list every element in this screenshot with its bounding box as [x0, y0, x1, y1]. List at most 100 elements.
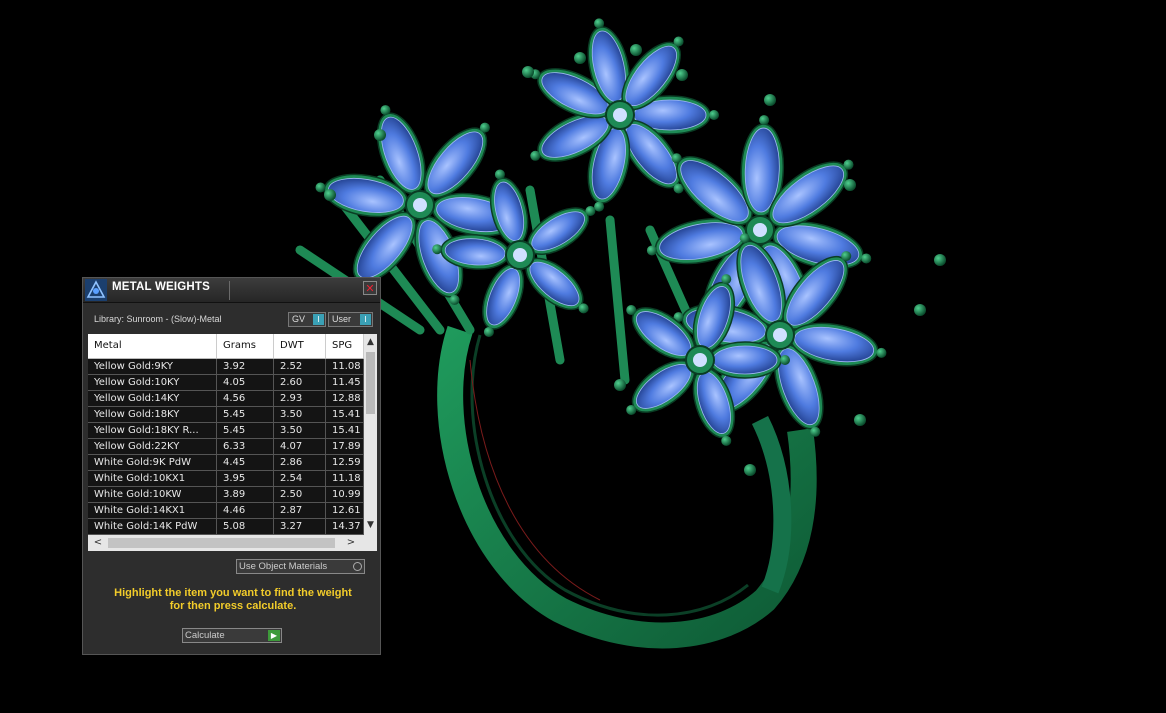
cell-metal: White Gold:14K PdW	[88, 519, 217, 534]
help-text-line2: for then press calculate.	[169, 600, 297, 612]
table-row[interactable]: Yellow Gold:22KY 6.33 4.07 17.89	[88, 439, 364, 455]
prong-bead	[844, 179, 856, 191]
table-row[interactable]: White Gold:10KW 3.89 2.50 10.99	[88, 487, 364, 503]
vertical-scroll-thumb[interactable]	[366, 352, 375, 414]
table-row[interactable]: White Gold:14K PdW 5.08 3.27 14.37	[88, 519, 364, 535]
cell-spg: 12.88	[326, 391, 364, 406]
user-toggle-knob: I	[360, 314, 371, 325]
prong-bead	[626, 305, 637, 316]
app-logo-icon	[85, 279, 107, 301]
prong-bead	[594, 18, 605, 29]
prong-bead	[914, 304, 926, 316]
table-row[interactable]: Yellow Gold:9KY 3.92 2.52 11.08	[88, 359, 364, 375]
table-header: Metal Grams DWT SPG	[88, 334, 364, 359]
library-label: Library: Sunroom - (Slow)-Metal	[94, 314, 222, 324]
prong-bead	[594, 201, 605, 212]
center-diamond	[773, 328, 787, 342]
scroll-right-button[interactable]: >	[344, 536, 358, 550]
prong-bead	[585, 206, 596, 217]
metal-weights-panel: METAL WEIGHTS ✕ Library: Sunroom - (Slow…	[82, 277, 381, 655]
cell-metal: Yellow Gold:14KY	[88, 391, 217, 406]
prong-bead	[861, 253, 872, 264]
cell-spg: 12.61	[326, 503, 364, 518]
table-row[interactable]: Yellow Gold:14KY 4.56 2.93 12.88	[88, 391, 364, 407]
user-toggle[interactable]: User I	[328, 312, 373, 327]
cell-dwt: 2.54	[274, 471, 326, 486]
center-diamond	[753, 223, 767, 237]
cell-metal: White Gold:14KX1	[88, 503, 217, 518]
cell-metal: White Gold:10KW	[88, 487, 217, 502]
prong-bead	[780, 355, 790, 365]
prong-bead	[721, 435, 732, 446]
title-divider	[229, 281, 230, 300]
cell-grams: 3.92	[217, 359, 274, 374]
cell-spg: 11.08	[326, 359, 364, 374]
prong-bead	[574, 52, 586, 64]
prong-bead	[759, 115, 770, 126]
panel-titlebar[interactable]: METAL WEIGHTS ✕	[83, 278, 380, 303]
prong-bead	[721, 274, 732, 285]
vertical-scrollbar[interactable]: ▲ ▼	[364, 334, 377, 535]
cell-spg: 14.37	[326, 519, 364, 534]
cell-grams: 4.56	[217, 391, 274, 406]
prong-bead	[709, 110, 719, 120]
metal-table[interactable]: Metal Grams DWT SPG Yellow Gold:9KY 3.92 2…	[88, 334, 377, 551]
column-header-dwt[interactable]: DWT	[274, 334, 326, 358]
cell-metal: Yellow Gold:18KY R...	[88, 423, 217, 438]
prong-bead	[315, 182, 326, 193]
gv-toggle[interactable]: GV I	[288, 312, 326, 327]
cell-dwt: 4.07	[274, 439, 326, 454]
column-header-spg[interactable]: SPG	[326, 334, 364, 358]
cell-metal: Yellow Gold:22KY	[88, 439, 217, 454]
cell-grams: 5.45	[217, 423, 274, 438]
prong-bead	[934, 254, 946, 266]
cell-dwt: 3.27	[274, 519, 326, 534]
prong-bead	[671, 153, 682, 164]
user-toggle-label: User	[332, 314, 352, 324]
cell-grams: 4.45	[217, 455, 274, 470]
prong-bead	[530, 150, 541, 161]
prong-bead	[324, 189, 336, 201]
help-text-line1: Highlight the item you want to find the …	[114, 587, 352, 599]
prong-bead	[744, 464, 756, 476]
table-row[interactable]: Yellow Gold:10KY 4.05 2.60 11.45	[88, 375, 364, 391]
prong-bead	[374, 129, 386, 141]
prong-bead	[810, 426, 821, 437]
prong-bead	[739, 233, 750, 244]
gv-toggle-label: GV	[292, 314, 306, 324]
table-row[interactable]: White Gold:14KX1 4.46 2.87 12.61	[88, 503, 364, 519]
horizontal-scroll-thumb[interactable]	[108, 538, 335, 548]
cell-metal: White Gold:10KX1	[88, 471, 217, 486]
prong-bead	[673, 36, 684, 47]
play-icon: ▶	[268, 630, 280, 641]
horizontal-scrollbar[interactable]: < >	[88, 535, 377, 551]
column-header-metal[interactable]: Metal	[88, 334, 217, 358]
scroll-up-button[interactable]: ▲	[364, 336, 377, 349]
scroll-down-button[interactable]: ▼	[364, 519, 377, 532]
calculate-button[interactable]: Calculate ▶	[182, 628, 282, 643]
center-diamond	[513, 248, 527, 262]
table-row[interactable]: Yellow Gold:18KY R... 5.45 3.50 15.41	[88, 423, 364, 439]
prong-bead	[630, 44, 642, 56]
gallery-wire	[605, 215, 630, 385]
cell-grams: 6.33	[217, 439, 274, 454]
use-object-materials-toggle[interactable]: Use Object Materials	[236, 559, 365, 574]
gv-toggle-knob: I	[313, 314, 324, 325]
cell-dwt: 2.52	[274, 359, 326, 374]
column-header-grams[interactable]: Grams	[217, 334, 274, 358]
radio-icon	[353, 562, 362, 571]
prong-bead	[676, 69, 688, 81]
panel-title: METAL WEIGHTS	[112, 281, 211, 293]
close-button[interactable]: ✕	[363, 281, 377, 295]
gem-cluster	[295, 18, 946, 476]
calculate-label: Calculate	[185, 630, 225, 641]
table-row[interactable]: White Gold:9K PdW 4.45 2.86 12.59	[88, 455, 364, 471]
cell-grams: 3.89	[217, 487, 274, 502]
use-object-materials-label: Use Object Materials	[239, 561, 328, 572]
prong-bead	[578, 303, 589, 314]
table-row[interactable]: Yellow Gold:18KY 5.45 3.50 15.41	[88, 407, 364, 423]
scroll-left-button[interactable]: <	[91, 536, 105, 550]
table-row[interactable]: White Gold:10KX1 3.95 2.54 11.18	[88, 471, 364, 487]
cell-dwt: 3.50	[274, 423, 326, 438]
cell-metal: Yellow Gold:10KY	[88, 375, 217, 390]
